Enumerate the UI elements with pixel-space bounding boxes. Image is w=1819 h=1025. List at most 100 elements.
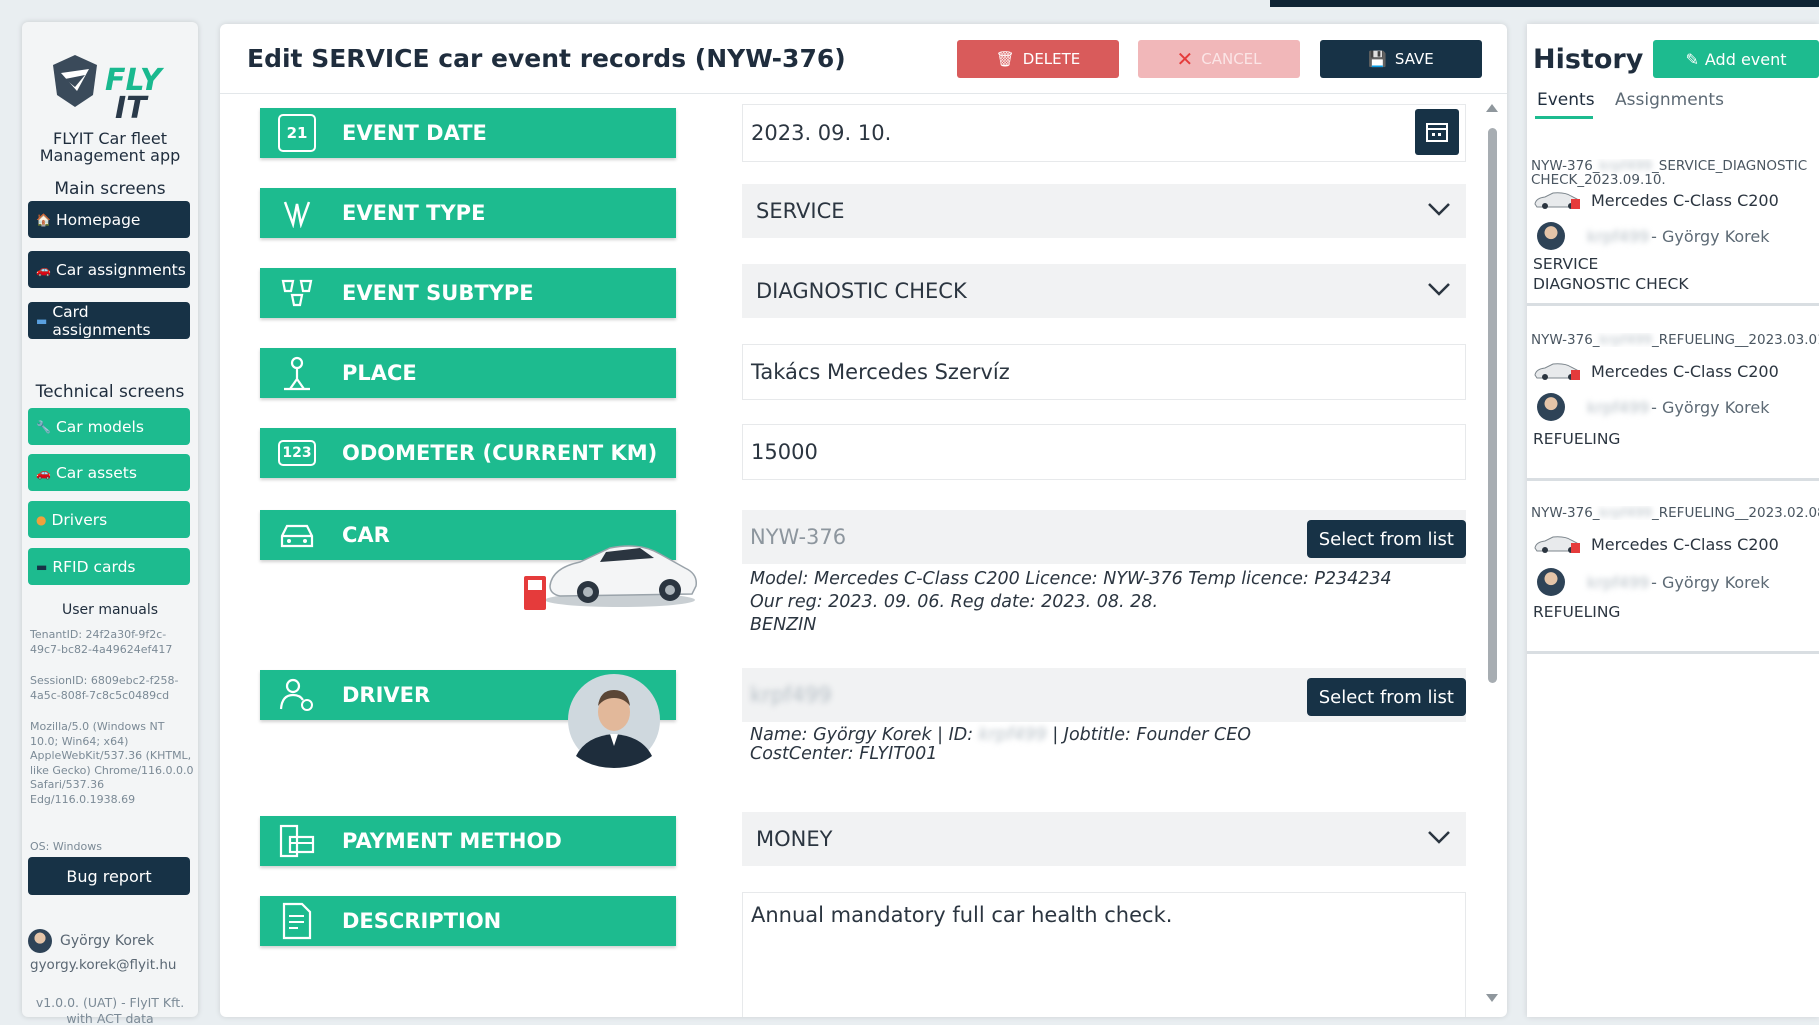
version-info: v1.0.0. (UAT) - FlyIT Kft. with ACT data — [35, 995, 185, 1025]
nav-label: Car assignments — [55, 260, 186, 279]
delete-label: DELETE — [1022, 50, 1081, 68]
chevron-down-icon — [1428, 283, 1450, 296]
chevron-down-icon — [1428, 203, 1450, 216]
car-thumbnail-icon — [1534, 363, 1580, 380]
nav-homepage[interactable]: 🏠 Homepage — [28, 201, 190, 238]
driver-field[interactable]: krpf499 Select from list — [742, 668, 1466, 722]
document-icon — [278, 902, 316, 940]
driver-select-from-list-button[interactable]: Select from list — [1306, 678, 1466, 716]
date-picker-button[interactable] — [1415, 109, 1459, 155]
car-icon: 🚗 — [36, 262, 51, 277]
nav-label: Homepage — [55, 210, 141, 229]
car-details: Model: Mercedes C-Class C200 Licence: NY… — [750, 568, 1392, 637]
cancel-label: CANCEL — [1201, 50, 1262, 68]
nav-label: Drivers — [51, 510, 108, 529]
event-driver-row: krpf499 - György Korek — [1533, 568, 1770, 596]
place-input[interactable]: Takács Mercedes Szervíz — [742, 344, 1466, 400]
chevron-down-icon — [1428, 831, 1450, 844]
car-icon — [278, 516, 316, 554]
tab-events[interactable]: Events — [1537, 90, 1595, 110]
trash-icon: 🗑 — [995, 50, 1015, 68]
logo-text-bottom: IT — [115, 91, 147, 126]
os-info: OS: Windows — [30, 840, 102, 853]
flyit-logo: FLY IT — [47, 47, 177, 124]
avatar — [28, 929, 52, 953]
event-id: NYW-376_krpf499_REFUELING__2023.02.08 — [1531, 506, 1819, 520]
place-icon — [278, 354, 316, 392]
app-title: FLYIT Car fleet Management app — [39, 129, 181, 165]
driver-photo — [568, 674, 660, 768]
nav-drivers[interactable]: ● Drivers — [28, 501, 190, 538]
delete-button[interactable]: 🗑 DELETE — [957, 40, 1119, 78]
user-manuals-link[interactable]: User manuals — [22, 602, 198, 618]
nav-label: Card assignments — [52, 302, 151, 339]
car-thumbnail-icon — [1534, 536, 1580, 553]
event-date-label: 21 EVENT DATE — [260, 108, 676, 158]
event-type-select[interactable]: SERVICE — [742, 184, 1466, 238]
payment-method-select[interactable]: MONEY — [742, 812, 1466, 866]
scroll-thumb[interactable] — [1488, 128, 1497, 683]
history-event-card[interactable]: NYW-376_krpf499_REFUELING__2023.02.08 Me… — [1527, 502, 1819, 654]
tenant-id: TenantID: 24f2a30f-9f2c-49c7-bc82-4a4962… — [30, 628, 173, 656]
save-label: SAVE — [1394, 50, 1434, 68]
history-event-card[interactable]: NYW-376_krpf499_REFUELING__2023.03.01 Me… — [1527, 329, 1819, 481]
scroll-up-arrow[interactable] — [1486, 104, 1498, 112]
main-header: Edit SERVICE car event records (NYW-376)… — [220, 24, 1507, 94]
nav-car-assignments[interactable]: 🚗 Car assignments — [28, 251, 190, 288]
scroll-down-arrow[interactable] — [1486, 994, 1498, 1002]
event-subtype-icon — [278, 274, 316, 312]
event-type-label: EVENT TYPE — [260, 188, 676, 238]
add-event-button[interactable]: ✎ Add event — [1653, 40, 1819, 78]
wrench-icon: 🔧 — [36, 419, 51, 434]
event-subtype-label: EVENT SUBTYPE — [260, 268, 676, 318]
wand-icon: ✎ — [1685, 49, 1699, 69]
bug-report-button[interactable]: Bug report — [28, 857, 190, 895]
nav-label: RFID cards — [52, 557, 136, 576]
nav-label: Car models — [55, 417, 144, 436]
main-screens-title: Main screens — [54, 179, 166, 199]
event-subtype-select[interactable]: DIAGNOSTIC CHECK — [742, 264, 1466, 318]
driver-name-text: Name: György Korek | ID: — [750, 725, 974, 745]
driver-details: Name: György Korek | ID: krpf499 | Jobti… — [750, 726, 1251, 764]
car-field[interactable]: NYW-376 Select from list — [742, 510, 1466, 564]
main-panel: Edit SERVICE car event records (NYW-376)… — [220, 24, 1507, 1017]
tab-assignments[interactable]: Assignments — [1615, 90, 1724, 110]
odometer-input[interactable]: 15000 — [742, 424, 1466, 480]
driver-icon: ● — [36, 512, 47, 527]
session-id: SessionID: 6809ebc2-f258-4a5c-808f-7c8c5… — [30, 674, 179, 702]
card-icon: ▬ — [36, 313, 48, 328]
event-car-row: Mercedes C-Class C200 — [1533, 190, 1779, 210]
cancel-button[interactable]: ✕ CANCEL — [1138, 40, 1300, 78]
user-agent: Mozilla/5.0 (Windows NT 10.0; Win64; x64… — [30, 720, 194, 806]
active-tab-indicator — [1535, 116, 1593, 119]
history-event-card[interactable]: NYW-376_krpf499_SERVICE_DIAGNOSTIC CHECK… — [1527, 154, 1819, 306]
event-type-icon — [278, 194, 316, 232]
avatar — [1537, 393, 1565, 421]
description-label: DESCRIPTION — [260, 896, 676, 946]
nav-car-assets[interactable]: 🚗 Car assets — [28, 454, 190, 491]
calendar-icon — [1426, 123, 1448, 142]
save-icon: 💾 — [1368, 50, 1387, 68]
nav-rfid-cards[interactable]: ▬ RFID cards — [28, 548, 190, 585]
car-image — [524, 545, 698, 610]
form-scrollbar[interactable] — [1484, 100, 1500, 1010]
event-driver-row: krpf499 - György Korek — [1533, 393, 1770, 421]
payment-method-label: PAYMENT METHOD — [260, 816, 676, 866]
user-email: gyorgy.korek@flyit.hu — [30, 957, 177, 973]
driver-job-text: | Jobtitle: Founder CEO — [1052, 725, 1252, 745]
event-driver-row: krpf499 - György Korek — [1533, 222, 1770, 250]
car-details-line: Our reg: 2023. 09. 06. Reg date: 2023. 0… — [750, 592, 1159, 612]
avatar — [1537, 222, 1565, 250]
current-user: György Korek — [28, 929, 154, 953]
description-textarea[interactable]: Annual mandatory full car health check. — [742, 892, 1466, 1017]
technical-screens-title: Technical screens — [35, 382, 185, 402]
event-date-input[interactable]: 2023. 09. 10. — [742, 104, 1466, 162]
nav-car-models[interactable]: 🔧 Car models — [28, 408, 190, 445]
sidebar: FLY IT FLYIT Car fleet Management app Ma… — [22, 22, 198, 1025]
place-label: PLACE — [260, 348, 676, 398]
save-button[interactable]: 💾 SAVE — [1320, 40, 1482, 78]
car-select-from-list-button[interactable]: Select from list — [1306, 520, 1466, 558]
car-details-line: BENZIN — [750, 615, 817, 635]
event-type-text: REFUELING — [1533, 603, 1621, 621]
nav-card-assignments[interactable]: ▬ Card assignments — [28, 302, 190, 339]
